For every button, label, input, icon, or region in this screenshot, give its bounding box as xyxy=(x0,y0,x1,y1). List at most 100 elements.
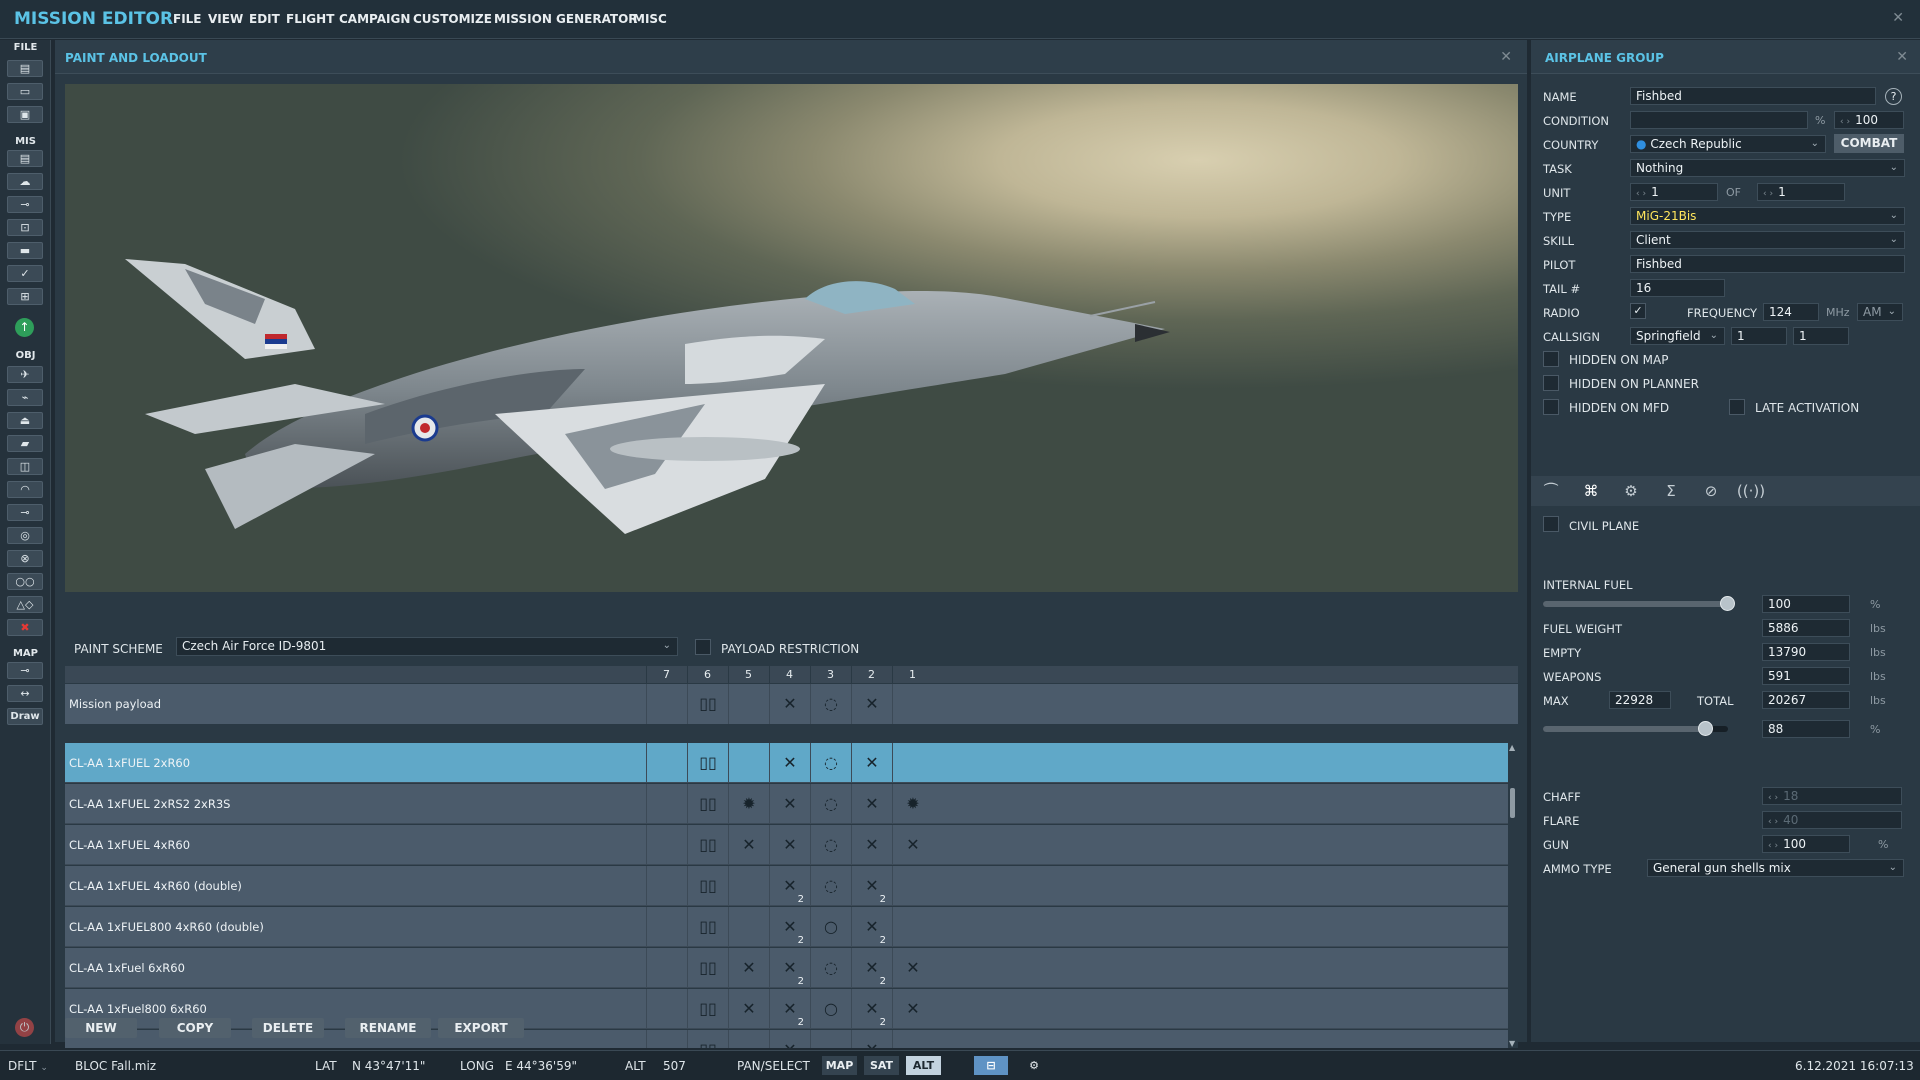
station-cell[interactable]: ◌ xyxy=(810,866,851,906)
station-cell[interactable]: ◌ xyxy=(810,825,851,865)
menu-view[interactable]: VIEW xyxy=(208,12,243,26)
mission-payload-row[interactable]: Mission payload ▯▯ ✕ ◌ ✕ xyxy=(65,684,1518,724)
properties-icon[interactable]: ⚙ xyxy=(1611,476,1651,506)
station-cell[interactable]: ✕ xyxy=(769,1030,810,1048)
delete-icon[interactable]: ✖ xyxy=(7,619,43,636)
menu-customize[interactable]: CUSTOMIZE xyxy=(413,12,492,26)
power-icon[interactable]: ⏻ xyxy=(15,1018,34,1037)
station-cell[interactable]: ✕ xyxy=(769,825,810,865)
internal-fuel-field[interactable]: 100 xyxy=(1762,595,1850,613)
station-cell[interactable]: ✕ xyxy=(892,825,933,865)
station-cell[interactable]: ✕ xyxy=(728,825,769,865)
station-cell[interactable] xyxy=(646,948,687,988)
station-cell[interactable]: ✕ xyxy=(769,743,810,783)
help-icon[interactable]: ? xyxy=(1885,88,1902,105)
station-cell[interactable]: ◌ xyxy=(810,684,851,724)
payload-restriction-checkbox[interactable] xyxy=(695,639,711,655)
internal-fuel-slider[interactable] xyxy=(1543,596,1735,611)
condition-field[interactable] xyxy=(1630,111,1808,129)
station-cell[interactable]: ✕ xyxy=(892,948,933,988)
goals-icon[interactable]: ⊡ xyxy=(7,219,43,236)
station-cell[interactable] xyxy=(810,1030,851,1048)
station-cell[interactable]: ✕ xyxy=(892,989,933,1029)
ground-unit-icon[interactable]: ▰ xyxy=(7,435,43,452)
name-field[interactable]: Fishbed xyxy=(1630,87,1876,105)
loadout-row[interactable]: CL-AA 1xFUEL800 4xR60 (double) ▯▯ ✕ 2 ○ ✕ 2 xyxy=(65,907,1508,947)
loadout-row[interactable]: CL-AA 1xFuel 6xR60 ▯▯ ✕ ✕ 2 ◌ ✕ 2 ✕ xyxy=(65,948,1508,988)
station-cell[interactable] xyxy=(646,907,687,947)
trigger-icon[interactable]: ⊸ xyxy=(7,196,43,213)
station-cell[interactable]: ✕ 2 xyxy=(851,866,892,906)
station-cell[interactable]: ✹ xyxy=(728,784,769,824)
station-cell[interactable]: ▯▯ xyxy=(687,948,728,988)
station-cell[interactable]: ✕ xyxy=(851,743,892,783)
station-cell[interactable]: ✕ xyxy=(851,784,892,824)
station-cell[interactable]: ▯▯ xyxy=(687,684,728,724)
slider-knob[interactable] xyxy=(1720,596,1735,611)
groups-icon[interactable]: ⊞ xyxy=(7,288,43,305)
ammo-type-select[interactable]: General gun shells mix ⌄ xyxy=(1647,859,1904,877)
station-cell[interactable]: ▯▯ xyxy=(687,1030,728,1048)
helicopter-icon[interactable]: ⌁ xyxy=(7,389,43,406)
condition-spinner[interactable]: ‹ › 100 xyxy=(1834,111,1904,129)
station-cell[interactable]: ✕ xyxy=(769,684,810,724)
station-cell[interactable]: ▯▯ xyxy=(687,989,728,1029)
rename-button[interactable]: RENAME xyxy=(345,1018,431,1038)
station-cell[interactable] xyxy=(892,907,933,947)
map-layers-icon[interactable]: ⊟ xyxy=(974,1056,1008,1075)
loadout-row[interactable]: CL-AA 1xFUEL 2xRS2 2xR3S ▯▯ ✹ ✕ ◌ ✕ ✹ xyxy=(65,784,1508,824)
station-cell[interactable]: ✕ 2 xyxy=(769,948,810,988)
callsign-number-2[interactable]: 1 xyxy=(1793,327,1849,345)
type-select[interactable]: MiG-21Bis ⌄ xyxy=(1630,207,1905,225)
scrollbar-thumb[interactable] xyxy=(1510,788,1515,818)
unit-spinner[interactable]: ‹ › 1 xyxy=(1630,183,1718,201)
station-cell[interactable]: ✕ 2 xyxy=(851,948,892,988)
profile-select[interactable]: DFLT ⌄ xyxy=(8,1059,48,1073)
check-icon[interactable]: ✓ xyxy=(7,265,43,282)
station-cell[interactable] xyxy=(892,866,933,906)
paint-scheme-select[interactable]: Czech Air Force ID-9801 ⌄ xyxy=(176,637,678,656)
open-folder-icon[interactable]: ▭ xyxy=(7,83,43,100)
station-cell[interactable]: ✕ xyxy=(728,989,769,1029)
delete-button[interactable]: DELETE xyxy=(252,1018,324,1038)
close-icon[interactable]: ✕ xyxy=(1500,49,1512,65)
template-icon[interactable]: ○○ xyxy=(7,573,43,590)
key-icon[interactable]: ⊸ xyxy=(7,662,43,679)
gun-spinner[interactable]: ‹ › 100 xyxy=(1762,835,1850,853)
actions-icon[interactable]: ▬ xyxy=(7,242,43,259)
spinner-arrows-icon[interactable]: ‹ › xyxy=(1763,189,1773,199)
loadout-row[interactable]: CL-AA 1xFUEL 4xR60 (double) ▯▯ ✕ 2 ◌ ✕ 2 xyxy=(65,866,1508,906)
station-cell[interactable]: ✕ xyxy=(851,1030,892,1048)
country-select[interactable]: ● Czech Republic ⌄ xyxy=(1630,135,1826,153)
shapes-icon[interactable]: △◇ xyxy=(7,596,43,613)
task-select[interactable]: Nothing ⌄ xyxy=(1630,159,1905,177)
station-cell[interactable] xyxy=(646,989,687,1029)
station-cell[interactable]: ◌ xyxy=(810,948,851,988)
station-cell[interactable]: ✕ 2 xyxy=(769,866,810,906)
new-button[interactable]: NEW xyxy=(65,1018,137,1038)
station-cell[interactable]: ✕ 2 xyxy=(769,989,810,1029)
sat-mode-button[interactable]: SAT xyxy=(864,1056,899,1075)
loadout-scrollbar[interactable]: ▲ ▼ xyxy=(1508,743,1518,1048)
combat-button[interactable]: COMBAT xyxy=(1834,134,1904,153)
failures-icon[interactable]: ⊘ xyxy=(1691,476,1731,506)
loadout-row[interactable]: CL-AA 1xFUEL 2xR60 ▯▯ ✕ ◌ ✕ xyxy=(65,743,1508,783)
station-cell[interactable]: ○ xyxy=(810,907,851,947)
menu-edit[interactable]: EDIT xyxy=(249,12,280,26)
zone-icon[interactable]: ◠ xyxy=(7,481,43,498)
new-file-icon[interactable]: ▤ xyxy=(7,60,43,77)
station-cell[interactable]: ▯▯ xyxy=(687,743,728,783)
static-object-icon[interactable]: ◫ xyxy=(7,458,43,475)
ruler-icon[interactable]: ↔ xyxy=(7,685,43,702)
payload-icon[interactable]: ⌘ xyxy=(1571,476,1611,506)
total-weight-slider[interactable] xyxy=(1543,721,1728,736)
menu-file[interactable]: FILE xyxy=(173,12,202,26)
station-cell[interactable] xyxy=(646,1030,687,1048)
of-spinner[interactable]: ‹ › 1 xyxy=(1757,183,1845,201)
station-cell[interactable] xyxy=(892,743,933,783)
loadout-row[interactable]: CL-AA 1xFUEL 4xR60 ▯▯ ✕ ✕ ◌ ✕ ✕ xyxy=(65,825,1508,865)
skill-select[interactable]: Client ⌄ xyxy=(1630,231,1905,249)
pan-select-mode[interactable]: PAN/SELECT xyxy=(737,1059,810,1073)
station-cell[interactable]: ✕ xyxy=(851,825,892,865)
station-cell[interactable]: ▯▯ xyxy=(687,866,728,906)
